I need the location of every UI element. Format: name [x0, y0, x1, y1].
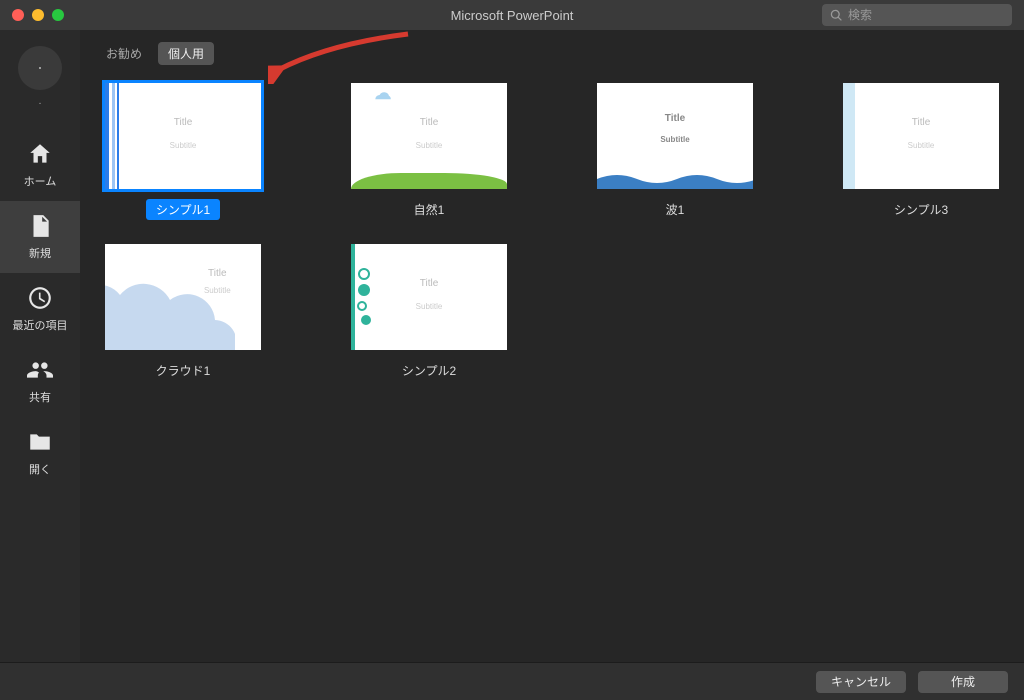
footer: キャンセル 作成	[0, 662, 1024, 700]
template-card-cloud1[interactable]: Title Subtitle クラウド1	[90, 244, 276, 381]
template-thumbnail: Title Subtitle	[105, 83, 261, 189]
sidebar-item-new[interactable]: 新規	[0, 201, 80, 273]
template-card-simple3[interactable]: Title Subtitle シンプル3	[828, 83, 1014, 220]
template-thumbnail: Title Subtitle	[351, 244, 507, 350]
cancel-button[interactable]: キャンセル	[816, 671, 906, 693]
templates-panel: Title Subtitle シンプル1 Title Subtitle 自然1	[80, 77, 1024, 662]
account-avatar[interactable]	[18, 46, 62, 90]
sidebar-item-label: 開く	[29, 461, 51, 477]
template-label: シンプル2	[392, 360, 466, 381]
template-tabs: お勧め 個人用	[80, 30, 1024, 77]
template-label: クラウド1	[146, 360, 221, 381]
template-card-simple2[interactable]: Title Subtitle シンプル2	[336, 244, 522, 381]
home-icon	[27, 141, 53, 167]
sidebar-item-label: 新規	[29, 245, 51, 261]
close-window-button[interactable]	[12, 9, 24, 21]
template-thumbnail: Title Subtitle	[597, 83, 753, 189]
traffic-lights	[12, 9, 64, 21]
folder-icon	[27, 429, 53, 455]
tab-personal[interactable]: 個人用	[158, 42, 214, 65]
titlebar: Microsoft PowerPoint	[0, 0, 1024, 30]
template-thumbnail: Title Subtitle	[105, 244, 261, 350]
annotation-arrow	[268, 24, 428, 84]
template-thumbnail: Title Subtitle	[351, 83, 507, 189]
window-title: Microsoft PowerPoint	[451, 8, 574, 23]
content-area: お勧め 個人用 Title Subtitle シンプル1	[80, 30, 1024, 662]
sidebar-item-shared[interactable]: 共有	[0, 345, 80, 417]
sidebar-item-recent[interactable]: 最近の項目	[0, 273, 80, 345]
search-input[interactable]	[848, 8, 1004, 22]
account-label: .	[39, 96, 42, 107]
sidebar-item-open[interactable]: 開く	[0, 417, 80, 489]
minimize-window-button[interactable]	[32, 9, 44, 21]
clock-icon	[27, 285, 53, 311]
search-box[interactable]	[822, 4, 1012, 26]
sidebar: . ホーム 新規 最近の項目 共有 開く	[0, 30, 80, 662]
template-card-nature1[interactable]: Title Subtitle 自然1	[336, 83, 522, 220]
template-label: 自然1	[404, 199, 455, 220]
template-card-wave1[interactable]: Title Subtitle 波1	[582, 83, 768, 220]
create-button[interactable]: 作成	[918, 671, 1008, 693]
fullscreen-window-button[interactable]	[52, 9, 64, 21]
new-document-icon	[27, 213, 53, 239]
search-icon	[830, 9, 843, 22]
sidebar-item-label: 共有	[29, 389, 51, 405]
sidebar-item-label: ホーム	[24, 173, 57, 189]
template-label: 波1	[656, 199, 695, 220]
template-label: シンプル1	[146, 199, 220, 220]
template-thumbnail: Title Subtitle	[843, 83, 999, 189]
sidebar-item-label: 最近の項目	[13, 317, 68, 333]
template-card-simple1[interactable]: Title Subtitle シンプル1	[90, 83, 276, 220]
template-label: シンプル3	[884, 199, 958, 220]
sidebar-item-home[interactable]: ホーム	[0, 129, 80, 201]
tab-recommended[interactable]: お勧め	[96, 42, 152, 65]
people-icon	[27, 357, 53, 383]
